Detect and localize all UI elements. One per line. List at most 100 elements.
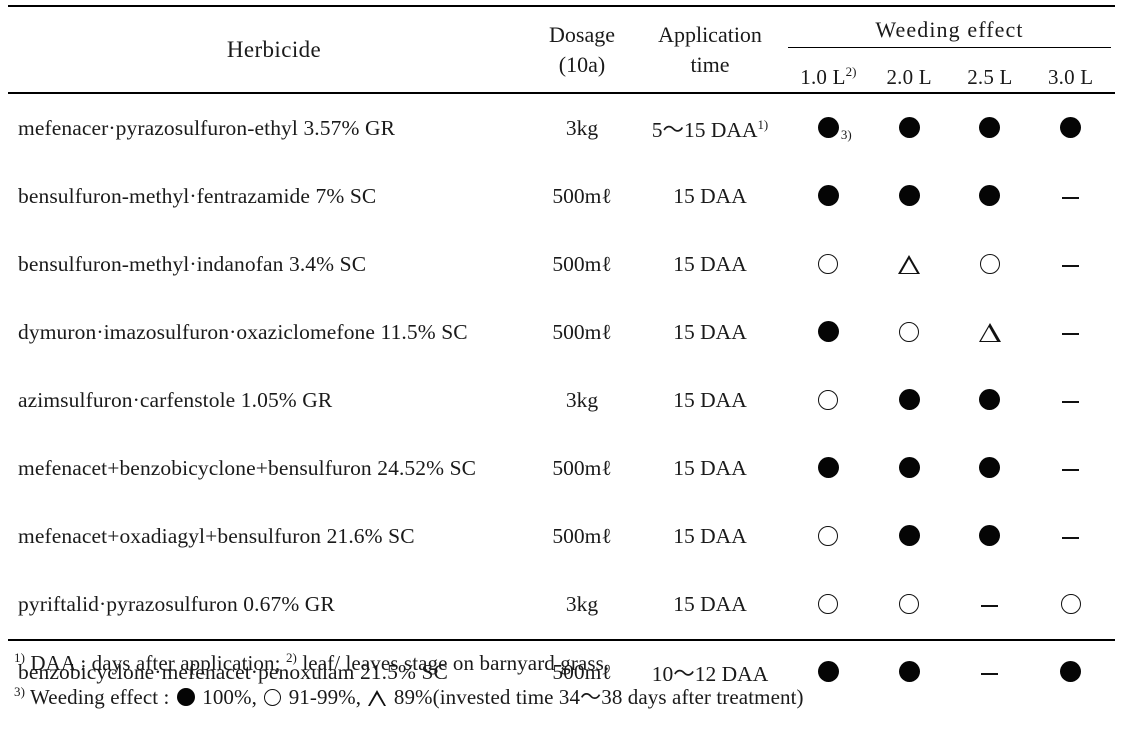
column-header-application-line2: time bbox=[690, 51, 730, 77]
cell-weeding-effect-footnote: 3) bbox=[840, 126, 852, 142]
cell-weeding-effect-4 bbox=[1030, 320, 1111, 345]
cell-herbicide: mefenacet+oxadiagyl+bensulfuron 21.6% SC bbox=[18, 523, 415, 548]
open-circle-icon bbox=[818, 389, 839, 410]
cell-weeding-effect-4 bbox=[1030, 116, 1111, 141]
cell-herbicide: dymuron·imazosulfuron·oxaziclomefone 11.… bbox=[18, 319, 468, 344]
cell-weeding-effect-3 bbox=[950, 592, 1031, 617]
cell-dosage: 500mℓ bbox=[552, 319, 612, 344]
cell-application-time: 15 DAA bbox=[634, 388, 786, 413]
table-row: bensulfuron-methyl·fentrazamide 7% SC 500… bbox=[0, 162, 1123, 230]
cell-weeding-effect-4 bbox=[1030, 456, 1111, 481]
table-header: Herbicide Dosage (10a) Application time … bbox=[0, 7, 1123, 92]
cell-weeding-effect-4 bbox=[1030, 388, 1111, 413]
cell-weeding-effect-3 bbox=[950, 252, 1031, 277]
cell-weeding-effect-1 bbox=[788, 252, 869, 277]
filled-circle-icon bbox=[979, 184, 1001, 206]
cell-weeding-effect-3 bbox=[950, 116, 1031, 141]
cell-application-time: 15 DAA bbox=[634, 252, 786, 277]
table-row: mefenacet+benzobicyclone+bensulfuron 24.… bbox=[0, 434, 1123, 502]
cell-application-time-footnote: 1) bbox=[757, 117, 769, 132]
footnote-legend-prefix: Weeding effect : bbox=[30, 685, 170, 710]
cell-weeding-effect-1: 3) bbox=[788, 116, 869, 142]
cell-application-time-label: 5～15 DAA bbox=[651, 117, 758, 142]
cell-herbicide: bensulfuron-methyl·indanofan 3.4% SC bbox=[18, 251, 367, 276]
cell-application-time: 15 DAA bbox=[634, 320, 786, 345]
cell-weeding-effect-2 bbox=[869, 184, 950, 209]
filled-circle-icon bbox=[817, 184, 839, 206]
dash-icon bbox=[1062, 400, 1080, 403]
cell-application-time-label: 15 DAA bbox=[673, 387, 747, 412]
cell-weeding-effect-3 bbox=[950, 388, 1031, 413]
cell-application-time: 15 DAA bbox=[634, 184, 786, 209]
triangle-icon bbox=[978, 322, 1001, 342]
cell-weeding-effect-1 bbox=[788, 320, 869, 345]
cell-application-time-label: 15 DAA bbox=[673, 319, 747, 344]
cell-application-time: 15 DAA bbox=[634, 592, 786, 617]
column-header-dosage: Dosage (10a) bbox=[536, 7, 628, 92]
cell-herbicide: pyriftalid·pyrazosulfuron 0.67% GR bbox=[18, 591, 335, 616]
filled-circle-icon bbox=[898, 388, 920, 410]
cell-application-time-label: 15 DAA bbox=[673, 251, 747, 276]
cell-weeding-effect-4 bbox=[1030, 184, 1111, 209]
cell-dosage: 500mℓ bbox=[552, 251, 612, 276]
herbicide-weeding-effect-table: Herbicide Dosage (10a) Application time … bbox=[0, 0, 1123, 737]
open-circle-icon bbox=[818, 253, 839, 274]
cell-application-time-label: 15 DAA bbox=[673, 183, 747, 208]
cell-weeding-effect-group bbox=[788, 252, 1111, 277]
filled-circle-icon bbox=[817, 116, 839, 138]
cell-application-time: 5～15 DAA1) bbox=[634, 113, 786, 144]
cell-herbicide: azimsulfuron·carfenstole 1.05% GR bbox=[18, 387, 333, 412]
cell-weeding-effect-group bbox=[788, 456, 1111, 481]
table-row: dymuron·imazosulfuron·oxaziclomefone 11.… bbox=[0, 298, 1123, 366]
open-circle-icon bbox=[1060, 593, 1081, 614]
table-row: bensulfuron-methyl·indanofan 3.4% SC 500m… bbox=[0, 230, 1123, 298]
column-header-weeding-effect: Weeding effect bbox=[788, 9, 1111, 51]
triangle-icon bbox=[898, 254, 921, 274]
column-header-rate-1: 1.0 L2) bbox=[788, 64, 869, 90]
dash-icon bbox=[1062, 468, 1080, 471]
filled-circle-icon bbox=[817, 456, 839, 478]
cell-weeding-effect-2 bbox=[869, 456, 950, 481]
cell-weeding-effect-4 bbox=[1030, 592, 1111, 617]
filled-circle-icon bbox=[979, 116, 1001, 138]
column-header-rate-label: 2.5 L bbox=[967, 64, 1013, 89]
column-header-rate-3: 2.5 L bbox=[950, 65, 1031, 90]
column-header-dosage-line2: (10a) bbox=[558, 51, 606, 77]
column-header-dosage-line1: Dosage bbox=[549, 22, 615, 48]
footnote-text-1b: leaf/ leaves stage on barnyard grass. bbox=[302, 651, 610, 675]
open-circle-icon bbox=[979, 253, 1000, 274]
footnote-legend-open-text: 91-99%, bbox=[288, 685, 362, 710]
cell-herbicide: mefenacer·pyrazosulfuron-ethyl 3.57% GR bbox=[18, 115, 396, 140]
cell-application-time: 15 DAA bbox=[634, 456, 786, 481]
open-circle-icon bbox=[899, 321, 920, 342]
cell-weeding-effect-group bbox=[788, 592, 1111, 617]
cell-weeding-effect-group bbox=[788, 524, 1111, 549]
cell-weeding-effect-group: 3) bbox=[788, 116, 1111, 142]
dash-icon bbox=[981, 604, 999, 607]
cell-application-time-label: 15 DAA bbox=[673, 455, 747, 480]
dash-icon bbox=[1062, 536, 1080, 539]
cell-dosage: 3kg bbox=[565, 387, 599, 412]
cell-weeding-effect-4 bbox=[1030, 252, 1111, 277]
table-body: mefenacer·pyrazosulfuron-ethyl 3.57% GR 3… bbox=[0, 94, 1123, 686]
column-header-application-line1: Application bbox=[658, 22, 762, 48]
column-header-rate-label: 1.0 L bbox=[800, 65, 846, 89]
cell-dosage: 500mℓ bbox=[552, 183, 612, 208]
filled-circle-icon bbox=[979, 456, 1001, 478]
column-header-herbicide-label: Herbicide bbox=[226, 36, 322, 62]
cell-weeding-effect-1 bbox=[788, 388, 869, 413]
cell-weeding-effect-3 bbox=[950, 184, 1031, 209]
filled-circle-icon bbox=[979, 388, 1001, 410]
open-circle-icon bbox=[899, 593, 920, 614]
filled-circle-icon bbox=[1060, 116, 1082, 138]
column-header-rate-label: 2.0 L bbox=[886, 64, 932, 89]
cell-weeding-effect-2 bbox=[869, 116, 950, 141]
cell-dosage: 3kg bbox=[565, 115, 599, 140]
column-header-rate-2: 2.0 L bbox=[869, 65, 950, 90]
cell-herbicide: mefenacet+benzobicyclone+bensulfuron 24.… bbox=[18, 455, 477, 480]
cell-weeding-effect-group bbox=[788, 388, 1111, 413]
table-row: azimsulfuron·carfenstole 1.05% GR 3kg 15 D… bbox=[0, 366, 1123, 434]
footnote-marker-3: 3) bbox=[14, 684, 26, 700]
cell-weeding-effect-1 bbox=[788, 456, 869, 481]
cell-dosage: 3kg bbox=[565, 591, 599, 616]
